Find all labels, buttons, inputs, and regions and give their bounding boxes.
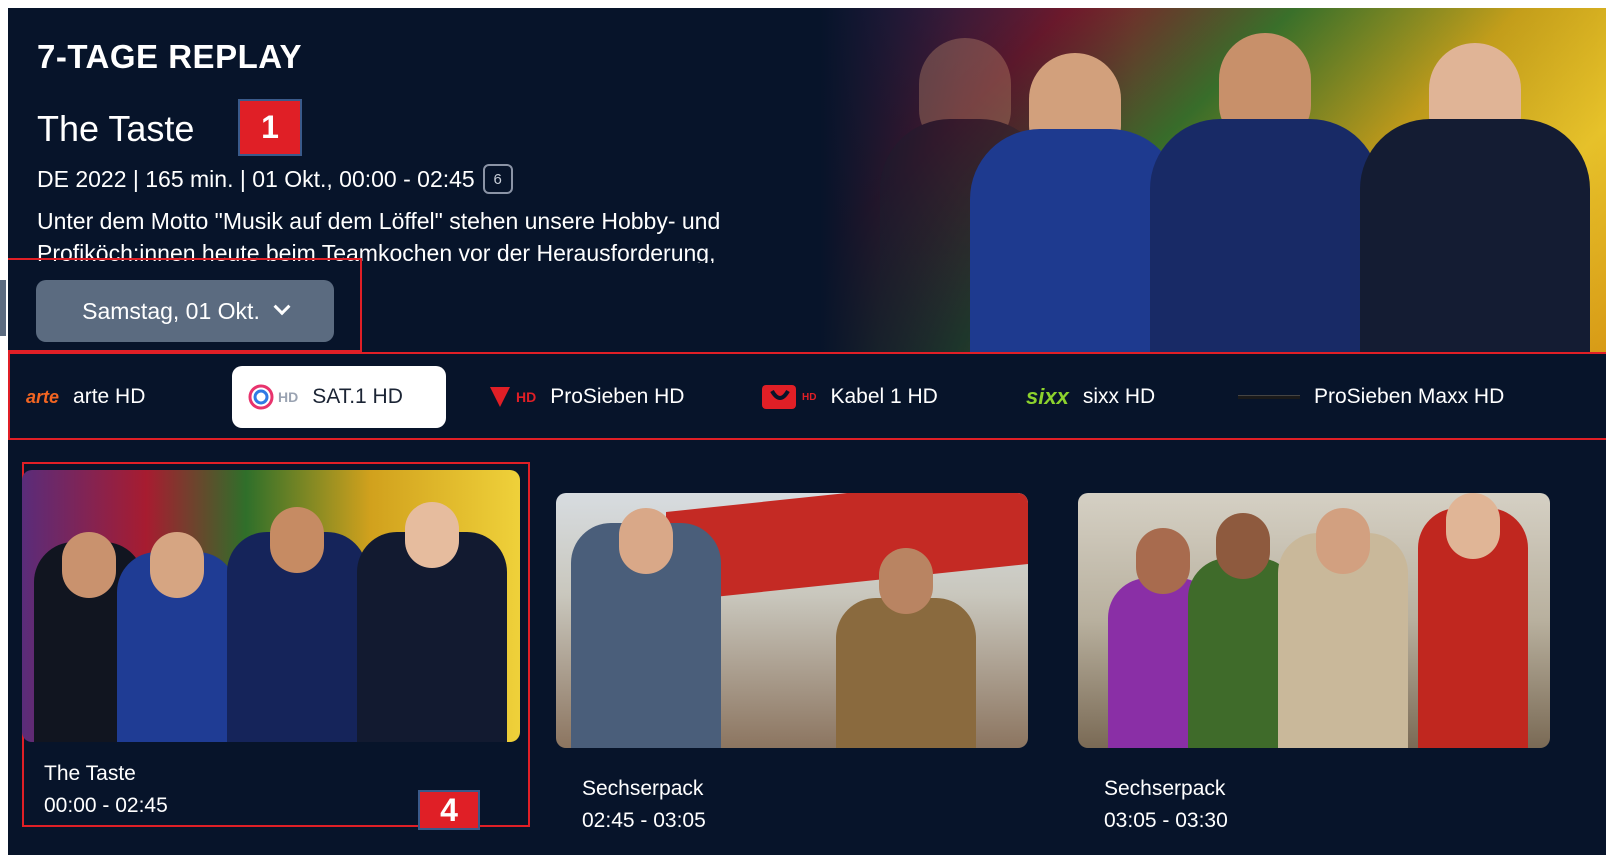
left-margin (0, 0, 8, 855)
top-margin (0, 0, 1606, 8)
channel-label: sixx HD (1082, 385, 1156, 408)
channel-sat1[interactable]: HD SAT.1 HD (232, 366, 446, 428)
hero-chef-3 (1150, 23, 1380, 353)
program-time: 00:00 - 02:45 (44, 794, 168, 817)
prosieben-logo-icon: HD (488, 385, 536, 409)
channel-label: arte HD (73, 385, 146, 408)
scroll-marker (0, 280, 6, 336)
channel-arte[interactable]: arte arte HD (10, 366, 220, 428)
program-time: 02:45 - 03:05 (582, 809, 706, 832)
program-tile[interactable]: Sechserpack 03:05 - 03:30 (1078, 493, 1550, 838)
prosieben-maxx-logo-icon (1238, 395, 1300, 399)
kabel1-logo-icon: HD (762, 383, 816, 411)
program-time: 03:05 - 03:30 (1104, 809, 1228, 832)
age-rating-badge: 6 (482, 164, 513, 194)
show-title: The Taste (37, 108, 195, 149)
channel-sixx[interactable]: sixx sixx HD (1010, 366, 1220, 428)
show-meta: DE 2022 | 165 min. | 01 Okt., 00:00 - 02… (37, 164, 513, 194)
date-selector-button[interactable]: Samstag, 01 Okt. (36, 280, 334, 342)
show-meta-text: DE 2022 | 165 min. | 01 Okt., 00:00 - 02… (37, 165, 475, 192)
program-title: The Taste (44, 762, 136, 785)
section-title: 7-TAGE REPLAY (37, 38, 303, 75)
channel-label: ProSieben Maxx HD (1314, 385, 1505, 408)
program-tile[interactable]: The Taste 00:00 - 02:45 4 (22, 462, 530, 830)
annotation-1: 1 (238, 99, 302, 156)
replay-screen: 7-TAGE REPLAY The Taste 1 DE 2022 | 165 … (0, 0, 1606, 855)
program-title: Sechserpack (1104, 777, 1226, 800)
channel-list: arte arte HD HD SAT.1 HD HD ProSieben HD… (10, 354, 1606, 440)
program-thumbnail (22, 470, 520, 742)
channel-kabel1[interactable]: HD Kabel 1 HD (746, 366, 986, 428)
hero-image (820, 8, 1606, 353)
show-description: Unter dem Motto "Musik auf dem Löffel" s… (37, 208, 721, 263)
annotation-badge: 1 (238, 99, 302, 156)
channel-label: Kabel 1 HD (830, 385, 938, 408)
chevron-down-icon (273, 298, 291, 316)
annotation-badge: 4 (418, 790, 480, 830)
channel-prosieben[interactable]: HD ProSieben HD (472, 366, 732, 428)
program-tile[interactable]: Sechserpack 02:45 - 03:05 (556, 493, 1028, 838)
channel-label: SAT.1 HD (312, 385, 403, 408)
program-title: Sechserpack (582, 777, 704, 800)
channel-label: ProSieben HD (550, 385, 685, 408)
channel-prosieben-maxx[interactable]: ProSieben Maxx HD (1222, 366, 1542, 428)
sixx-logo-icon: sixx (1026, 384, 1069, 409)
sat1-logo-icon: HD (248, 384, 298, 410)
hero-chef-2 (970, 33, 1180, 353)
date-label: Samstag, 01 Okt. (82, 297, 260, 324)
program-thumbnail (1078, 493, 1550, 748)
hero-chef-4 (1360, 23, 1590, 353)
program-thumbnail (556, 493, 1028, 748)
arte-logo-icon: arte (26, 386, 60, 407)
